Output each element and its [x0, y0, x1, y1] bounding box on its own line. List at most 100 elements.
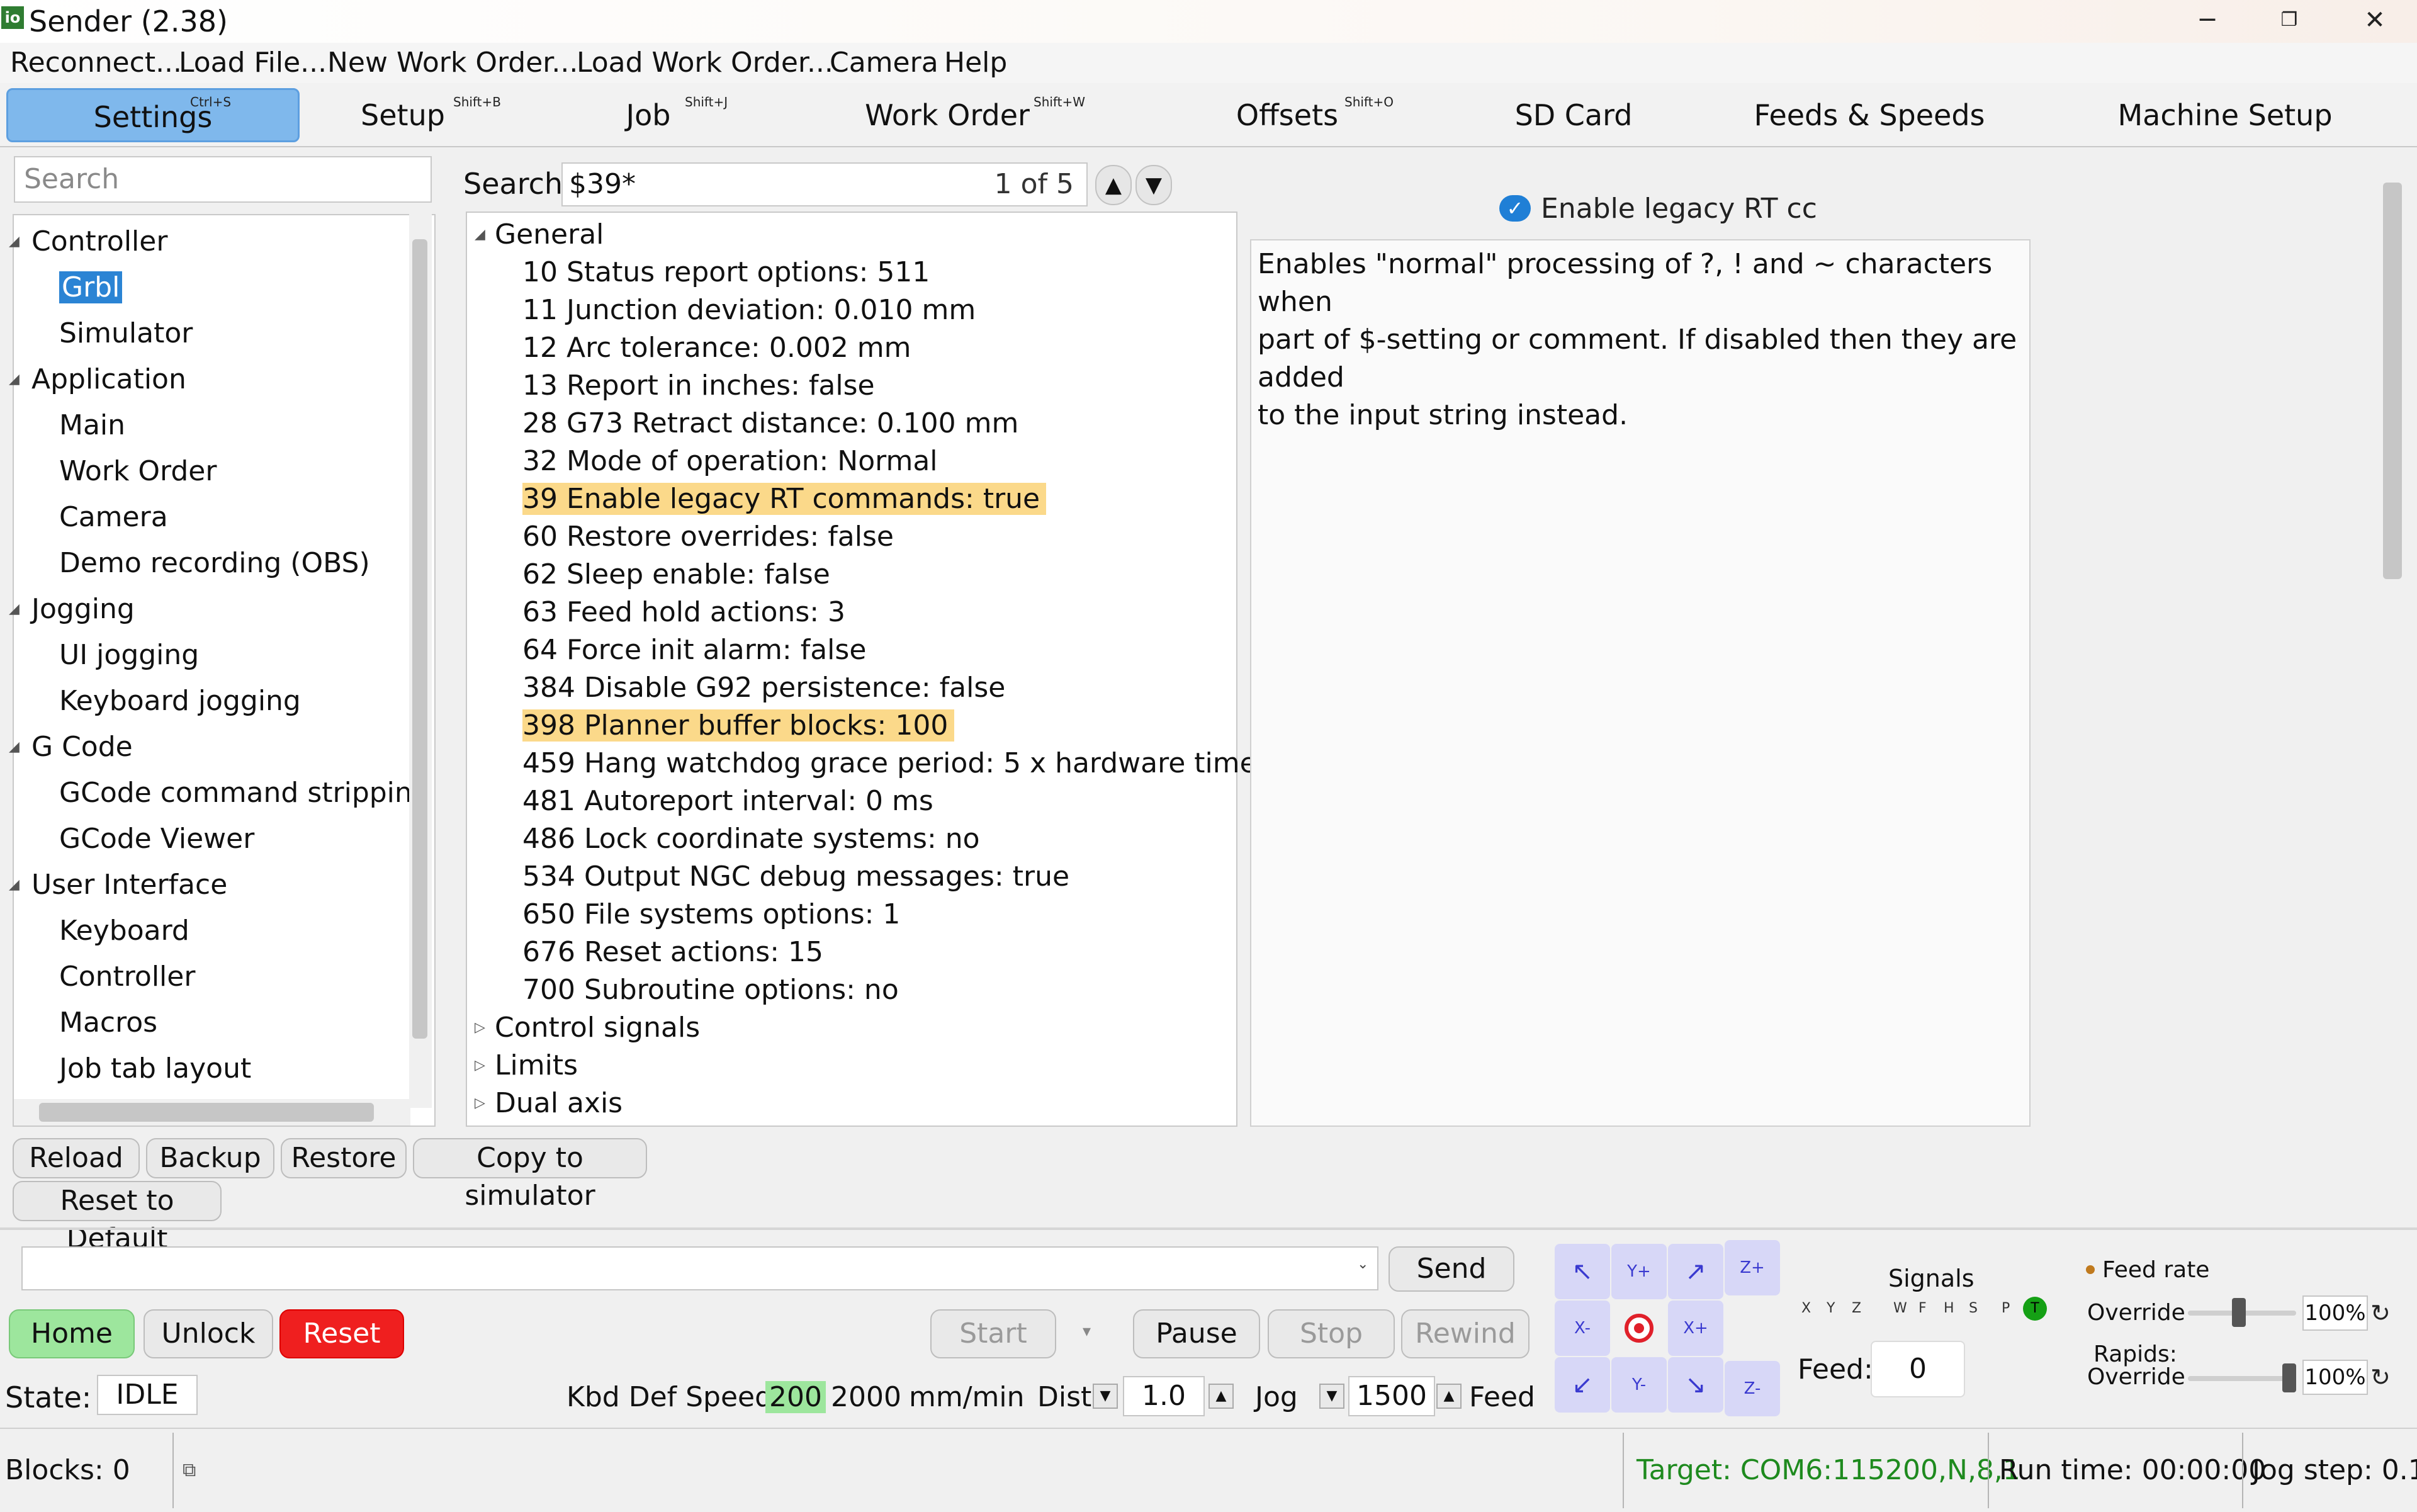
minimize-button[interactable]: ─ [2168, 0, 2247, 40]
setting-row[interactable]: 486 Lock coordinate systems: no [522, 820, 980, 858]
jog-up-button[interactable]: ▲ [1436, 1384, 1462, 1409]
rapids-override-slider-thumb[interactable] [2282, 1363, 2296, 1392]
tab-settings[interactable]: Settings [6, 88, 300, 142]
jog-center-target-icon[interactable] [1611, 1300, 1667, 1356]
tree-item-keyboard[interactable]: Keyboard [59, 908, 189, 954]
collapsed-triangle-icon[interactable]: ▷ [475, 1047, 485, 1085]
kbd-def-speed-value[interactable]: 200 [765, 1379, 826, 1416]
setting-row[interactable]: 13 Report in inches: false [522, 367, 875, 405]
tree-item-main[interactable]: Main [59, 403, 125, 448]
maximize-button[interactable]: ❐ [2250, 0, 2329, 40]
start-button[interactable]: Start [930, 1309, 1056, 1358]
chevron-down-icon[interactable]: ⌄ [1357, 1256, 1368, 1272]
tree-item-keyboard-jogging[interactable]: Keyboard jogging [59, 679, 301, 724]
stop-button[interactable]: Stop [1268, 1309, 1395, 1358]
setting-row-highlighted[interactable]: 398 Planner buffer blocks: 100 [522, 707, 955, 745]
home-button[interactable]: Home [9, 1309, 135, 1358]
command-input[interactable] [21, 1246, 1378, 1290]
feed-override-slider-thumb[interactable] [2232, 1298, 2246, 1327]
collapsed-triangle-icon[interactable]: ▷ [475, 1009, 485, 1047]
rapids-override-slider[interactable] [2188, 1376, 2296, 1381]
settings-group-control-signals[interactable]: ▷ Control signals [475, 1009, 700, 1047]
rewind-button[interactable]: Rewind [1401, 1309, 1530, 1358]
expanded-triangle-icon[interactable]: ◢ [9, 862, 20, 908]
jog-zplus-button[interactable]: Z+ [1725, 1240, 1780, 1295]
expanded-triangle-icon[interactable]: ◢ [9, 357, 20, 402]
setting-row[interactable]: 12 Arc tolerance: 0.002 mm [522, 329, 911, 367]
menu-camera[interactable]: Camera [830, 45, 938, 81]
expanded-triangle-icon[interactable]: ◢ [475, 216, 485, 254]
settings-group-limits[interactable]: ▷ Limits [475, 1047, 578, 1085]
menu-help[interactable]: Help [944, 45, 1007, 81]
setting-row[interactable]: 64 Force init alarm: false [522, 631, 866, 669]
menu-new-work-order[interactable]: New Work Order... [327, 45, 578, 81]
copy-icon[interactable]: ⧉ [183, 1452, 196, 1489]
tree-search-input[interactable]: Search [14, 156, 432, 203]
dist-value[interactable]: 1.0 [1123, 1376, 1205, 1416]
feed-override-reset-icon[interactable]: ↻ [2370, 1300, 2391, 1326]
jog-yplus-button[interactable]: Y+ [1611, 1244, 1667, 1299]
feed-override-value[interactable]: 100% [2302, 1295, 2368, 1331]
tab-offsets[interactable]: Offsets [1221, 88, 1353, 138]
tab-setup[interactable]: Setup [340, 88, 466, 138]
tree-horizontal-scroll-thumb[interactable] [39, 1103, 374, 1122]
tree-item-grbl[interactable]: Grbl [59, 265, 123, 310]
expanded-triangle-icon[interactable]: ◢ [9, 219, 20, 264]
jog-yminus-button[interactable]: Y- [1611, 1357, 1667, 1413]
setting-row[interactable]: 32 Mode of operation: Normal [522, 443, 938, 480]
tree-item-ui-controller[interactable]: Controller [59, 954, 195, 1000]
tree-item-camera[interactable]: Camera [59, 495, 168, 540]
rapids-override-reset-icon[interactable]: ↻ [2370, 1365, 2391, 1390]
tree-item-jogging[interactable]: ◢ Jogging [9, 587, 135, 632]
tree-item-g-code[interactable]: ◢ G Code [9, 725, 133, 770]
pause-button[interactable]: Pause [1133, 1309, 1260, 1358]
tab-feeds-speeds[interactable]: Feeds & Speeds [1750, 88, 1989, 138]
expanded-triangle-icon[interactable]: ◢ [9, 587, 20, 632]
tree-item-macros[interactable]: Macros [59, 1000, 157, 1046]
setting-row[interactable]: 10 Status report options: 511 [522, 254, 930, 291]
settings-group-dual-axis[interactable]: ▷ Dual axis [475, 1085, 623, 1122]
setting-row[interactable]: 11 Junction deviation: 0.010 mm [522, 291, 976, 329]
send-button[interactable]: Send [1389, 1246, 1514, 1292]
copy-to-simulator-button[interactable]: Copy to simulator [413, 1138, 647, 1212]
setting-row[interactable]: 60 Restore overrides: false [522, 518, 894, 556]
settings-search-input[interactable]: $39* 1 of 5 [561, 162, 1088, 206]
tree-item-ui-jogging[interactable]: UI jogging [59, 633, 199, 678]
reset-button[interactable]: Reset [279, 1309, 404, 1358]
jog-ne-button[interactable]: ↗ [1668, 1244, 1723, 1299]
unlock-button[interactable]: Unlock [144, 1309, 273, 1358]
jog-value[interactable]: 1500 [1348, 1376, 1435, 1416]
jog-nw-button[interactable]: ↖ [1555, 1244, 1610, 1299]
tab-machine-setup[interactable]: Machine Setup [2096, 88, 2354, 138]
jog-down-button[interactable]: ▼ [1319, 1384, 1344, 1409]
search-previous-button[interactable]: ▲ [1095, 165, 1132, 205]
jog-se-button[interactable]: ↘ [1668, 1357, 1723, 1413]
tree-item-user-interface[interactable]: ◢ User Interface [9, 862, 227, 908]
rapids-override-value[interactable]: 100% [2302, 1360, 2368, 1395]
setting-row[interactable]: 63 Feed hold actions: 3 [522, 594, 845, 631]
menu-reconnect[interactable]: Reconnect... [10, 45, 182, 81]
start-dropdown-icon[interactable]: ▾ [1083, 1322, 1091, 1341]
tree-vertical-scroll-thumb[interactable] [412, 239, 427, 1039]
detail-vertical-scroll-thumb[interactable] [2383, 183, 2402, 579]
setting-row[interactable]: 384 Disable G92 persistence: false [522, 669, 1005, 707]
setting-row[interactable]: 676 Reset actions: 15 [522, 934, 823, 971]
close-button[interactable]: ✕ [2335, 0, 2414, 40]
setting-row[interactable]: 28 G73 Retract distance: 0.100 mm [522, 405, 1018, 443]
dist-down-button[interactable]: ▼ [1093, 1384, 1118, 1409]
setting-row[interactable]: 481 Autoreport interval: 0 ms [522, 782, 933, 820]
dist-up-button[interactable]: ▲ [1208, 1384, 1234, 1409]
jog-zminus-button[interactable]: Z- [1725, 1361, 1780, 1416]
setting-row-highlighted[interactable]: 39 Enable legacy RT commands: true [522, 480, 1047, 518]
tree-item-gcode-stripping[interactable]: GCode command stripping [59, 770, 409, 816]
tree-item-application[interactable]: ◢ Application [9, 357, 186, 402]
search-next-button[interactable]: ▼ [1135, 165, 1172, 205]
tree-item-controller[interactable]: ◢ Controller [9, 219, 167, 264]
reload-button[interactable]: Reload [13, 1138, 140, 1178]
jog-xplus-button[interactable]: X+ [1668, 1300, 1723, 1356]
collapsed-triangle-icon[interactable]: ▷ [475, 1085, 485, 1122]
jog-xminus-button[interactable]: X- [1555, 1300, 1610, 1356]
restore-button[interactable]: Restore [281, 1138, 407, 1178]
menu-load-file[interactable]: Load File... [179, 45, 327, 81]
tab-job[interactable]: Job [604, 88, 692, 138]
